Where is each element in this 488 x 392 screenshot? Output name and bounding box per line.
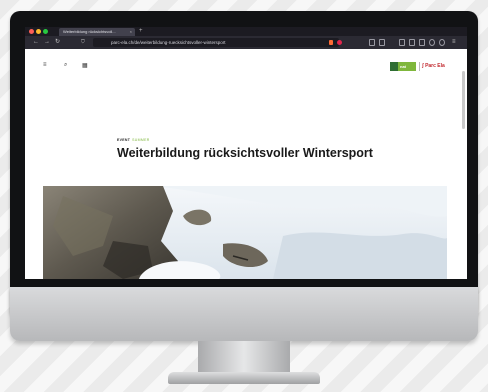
parc-ela-logo-text: Parc Ela [425,63,445,69]
logo-primary-text: nat [400,64,406,69]
sidebar-icon[interactable] [399,39,405,46]
nature-park-logo[interactable]: nat [390,62,416,71]
search-icon[interactable]: ⌕ [64,62,67,69]
parc-ela-logo[interactable]: ʃ Parc Ela [422,62,445,71]
kicker-label: EVENT [117,138,131,142]
shield-icon[interactable]: ⛉ [81,36,85,49]
brave-shield-icon[interactable] [329,40,333,45]
article-kicker: EVENT SUMMER [117,138,150,142]
calendar-icon[interactable]: ▦ [82,62,88,69]
tab-close-icon[interactable]: × [130,28,132,36]
downloads-icon[interactable] [369,39,375,46]
bookmarks-icon[interactable] [379,39,385,46]
monitor-stand-base [168,372,320,384]
window-close-button[interactable] [29,29,34,34]
browser-menu-icon[interactable]: ≡ [452,36,456,49]
window-zoom-button[interactable] [43,29,48,34]
screen: Weiterbildung rücksichtsvoll... × + ← → … [25,27,467,279]
extension-icon[interactable] [337,40,342,45]
browser-tab[interactable]: Weiterbildung rücksichtsvoll... × [59,28,135,36]
page-title: Weiterbildung rücksichtsvoller Winterspo… [117,146,373,160]
monitor-stand-neck [198,341,290,374]
tab-title: Weiterbildung rücksichtsvoll... [63,29,116,34]
hero-image [43,186,447,279]
browser-nav-bar: ← → ↻ ⛉ parc-ela.ch/de/weiterbildung-rue… [25,36,467,49]
url-text: parc-ela.ch/de/weiterbildung-ruecksichts… [111,40,226,45]
window-minimize-button[interactable] [36,29,41,34]
logo-square [390,62,398,71]
screenshot-icon[interactable] [419,39,425,46]
snow-rock-photo [43,186,447,279]
tabs-icon[interactable] [409,39,415,46]
search-toolbar-icon[interactable] [429,39,435,46]
browser-tab-bar: Weiterbildung rücksichtsvoll... × + [25,27,467,36]
account-icon[interactable] [439,39,445,46]
forward-icon[interactable]: → [44,36,50,49]
web-page: ≡ ⌕ ▦ nat ʃ Parc Ela EVENT SUMMER Weiterb… [25,49,467,279]
hamburger-menu-icon[interactable]: ≡ [43,62,47,68]
monitor-chin [10,287,478,341]
address-bar[interactable]: parc-ela.ch/de/weiterbildung-ruecksichts… [93,38,339,47]
back-icon[interactable]: ← [33,36,39,49]
reload-icon[interactable]: ↻ [55,36,60,49]
logo-divider [419,62,420,71]
kicker-tag: SUMMER [132,138,150,142]
new-tab-button[interactable]: + [139,27,143,36]
page-scrollbar[interactable] [462,71,465,129]
